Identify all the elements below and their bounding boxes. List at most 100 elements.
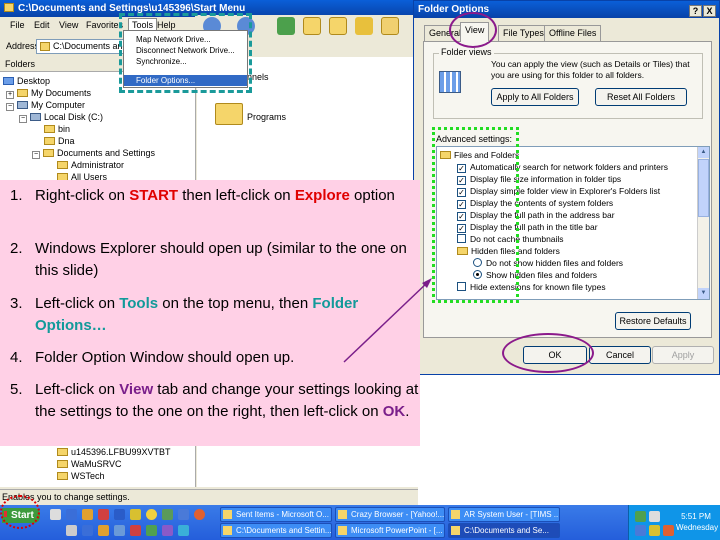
taskbar-button-ar-system[interactable]: AR System User - [TIMS ... bbox=[448, 507, 560, 522]
tree-item-my-documents[interactable]: + My Documents bbox=[6, 88, 91, 99]
advanced-settings-scrollbar[interactable]: ▲ ▼ bbox=[697, 147, 709, 299]
folder-icon bbox=[40, 42, 50, 51]
instruction-panel: 1. Right-click on START then left-click o… bbox=[0, 180, 420, 446]
search-folder-icon[interactable] bbox=[303, 17, 321, 35]
step-text-fragment: then left-click on bbox=[178, 187, 295, 204]
tree-item-label: bin bbox=[58, 124, 71, 134]
reset-all-folders-button[interactable]: Reset All Folders bbox=[595, 88, 687, 106]
quicklaunch-icon[interactable] bbox=[146, 525, 157, 536]
quicklaunch-icon[interactable] bbox=[178, 525, 189, 536]
tree-item-wamusrvc[interactable]: WaMuSRVC bbox=[57, 459, 122, 470]
scroll-thumb[interactable] bbox=[698, 159, 709, 217]
computer-icon bbox=[17, 101, 28, 109]
quicklaunch-icon[interactable] bbox=[50, 509, 61, 520]
tree-item-my-computer[interactable]: − My Computer bbox=[6, 100, 85, 111]
keyword-red: Explore bbox=[294, 187, 350, 204]
tree-item-local-disk[interactable]: − Local Disk (C:) bbox=[19, 112, 103, 123]
quicklaunch-icon[interactable] bbox=[162, 525, 173, 536]
step-text-fragment: on the top menu, then bbox=[158, 295, 313, 312]
desktop-icon bbox=[3, 77, 14, 85]
expand-icon[interactable]: + bbox=[6, 91, 14, 99]
menu-file[interactable]: File bbox=[10, 20, 25, 30]
folders-header-label: Folders bbox=[5, 59, 36, 69]
tree-item-desktop[interactable]: Desktop bbox=[3, 76, 50, 87]
taskbar-button-crazy-browser[interactable]: Crazy Browser - [Yahoo!... bbox=[335, 507, 445, 522]
outlook-icon bbox=[223, 510, 232, 519]
tree-item-documents-and-settings[interactable]: − Documents and Settings bbox=[32, 148, 155, 159]
scroll-down-arrow-icon[interactable]: ▼ bbox=[698, 288, 709, 299]
task-label: Sent Items - Microsoft O... bbox=[236, 510, 329, 519]
taskbar-button-explorer-2[interactable]: C:\Documents and Se... bbox=[448, 523, 560, 538]
tray-icon[interactable] bbox=[649, 511, 660, 522]
history-icon[interactable] bbox=[355, 17, 373, 35]
apply-to-all-folders-button[interactable]: Apply to All Folders bbox=[491, 88, 579, 106]
status-bar: Enables you to change settings. bbox=[0, 489, 418, 505]
step-number: 4. bbox=[10, 349, 23, 366]
taskbar-button-powerpoint[interactable]: Microsoft PowerPoint - [... bbox=[335, 523, 445, 538]
programs-label[interactable]: Programs bbox=[247, 112, 286, 123]
quicklaunch-icon[interactable] bbox=[66, 509, 77, 520]
address-value: C:\Documents and bbox=[53, 41, 128, 51]
collapse-icon[interactable]: − bbox=[19, 115, 27, 123]
menu-edit[interactable]: Edit bbox=[34, 20, 50, 30]
quicklaunch-icon[interactable] bbox=[130, 509, 141, 520]
tab-offline-files[interactable]: Offline Files bbox=[544, 25, 602, 41]
quicklaunch-icon[interactable] bbox=[114, 525, 125, 536]
tab-view[interactable]: View bbox=[460, 22, 490, 42]
tree-item-label: My Computer bbox=[31, 100, 86, 110]
quicklaunch-icon[interactable] bbox=[162, 509, 173, 520]
help-button[interactable]: ? bbox=[689, 5, 702, 17]
tray-icon[interactable] bbox=[635, 525, 646, 536]
folders-icon[interactable] bbox=[329, 17, 347, 35]
quicklaunch-icon[interactable] bbox=[82, 525, 93, 536]
folder-icon bbox=[57, 161, 68, 169]
scroll-up-arrow-icon[interactable]: ▲ bbox=[698, 147, 709, 158]
restore-defaults-button[interactable]: Restore Defaults bbox=[615, 312, 691, 330]
quicklaunch-icon[interactable] bbox=[98, 509, 109, 520]
programs-folder-icon[interactable] bbox=[215, 103, 243, 125]
tree-item-administrator[interactable]: Administrator bbox=[57, 160, 124, 171]
step-number: 1. bbox=[10, 187, 23, 204]
tray-icon[interactable] bbox=[663, 525, 674, 536]
tree-item-bin[interactable]: bin bbox=[44, 124, 70, 135]
step-text-fragment: Windows Explorer should open up (similar… bbox=[35, 240, 407, 279]
step-text-fragment: Left-click on bbox=[35, 295, 120, 312]
tray-icon[interactable] bbox=[649, 525, 660, 536]
taskbar-button-sent-items[interactable]: Sent Items - Microsoft O... bbox=[220, 507, 332, 522]
cancel-button[interactable]: Cancel bbox=[589, 346, 651, 364]
menu-view[interactable]: View bbox=[59, 20, 78, 30]
taskbar-clock[interactable]: 5:51 PM Wednesday bbox=[676, 511, 718, 533]
quicklaunch-icon[interactable] bbox=[130, 525, 141, 536]
quicklaunch-icon[interactable] bbox=[114, 509, 125, 520]
dialog-title-buttons: ? X bbox=[688, 3, 716, 20]
apply-button[interactable]: Apply bbox=[652, 346, 714, 364]
ok-button-highlight-ring bbox=[502, 333, 594, 373]
quicklaunch-icon[interactable] bbox=[66, 525, 77, 536]
collapse-icon[interactable]: − bbox=[6, 103, 14, 111]
tray-icon[interactable] bbox=[635, 511, 646, 522]
tree-item-user-profile[interactable]: u145396.LFBU99XVTBT bbox=[57, 447, 171, 458]
quicklaunch-icon[interactable] bbox=[194, 509, 205, 520]
tree-item-label: Desktop bbox=[17, 76, 51, 86]
quicklaunch-icon[interactable] bbox=[178, 509, 189, 520]
tree-item-wstech[interactable]: WSTech bbox=[57, 471, 105, 482]
folder-icon bbox=[44, 137, 55, 145]
task-label: C:\Documents and Se... bbox=[464, 526, 549, 535]
tree-item-dna[interactable]: Dna bbox=[44, 136, 75, 147]
address-label: Address bbox=[6, 41, 40, 51]
quicklaunch-icon[interactable] bbox=[146, 509, 157, 520]
up-folder-icon[interactable] bbox=[277, 17, 295, 35]
tree-item-label: Local Disk (C:) bbox=[44, 112, 104, 122]
folder-icon bbox=[4, 3, 14, 12]
menu-favorites[interactable]: Favorites bbox=[86, 20, 123, 30]
quicklaunch-icon[interactable] bbox=[82, 509, 93, 520]
step-text-fragment: option bbox=[349, 187, 395, 204]
step-text: Left-click on View tab and change your s… bbox=[35, 379, 420, 423]
collapse-icon[interactable]: − bbox=[32, 151, 40, 159]
quicklaunch-icon[interactable] bbox=[98, 525, 109, 536]
tab-file-types[interactable]: File Types bbox=[498, 25, 549, 41]
close-button[interactable]: X bbox=[703, 5, 716, 17]
move-to-icon[interactable] bbox=[381, 17, 399, 35]
disk-icon bbox=[30, 113, 41, 121]
taskbar-button-explorer-1[interactable]: C:\Documents and Settin... bbox=[220, 523, 332, 538]
